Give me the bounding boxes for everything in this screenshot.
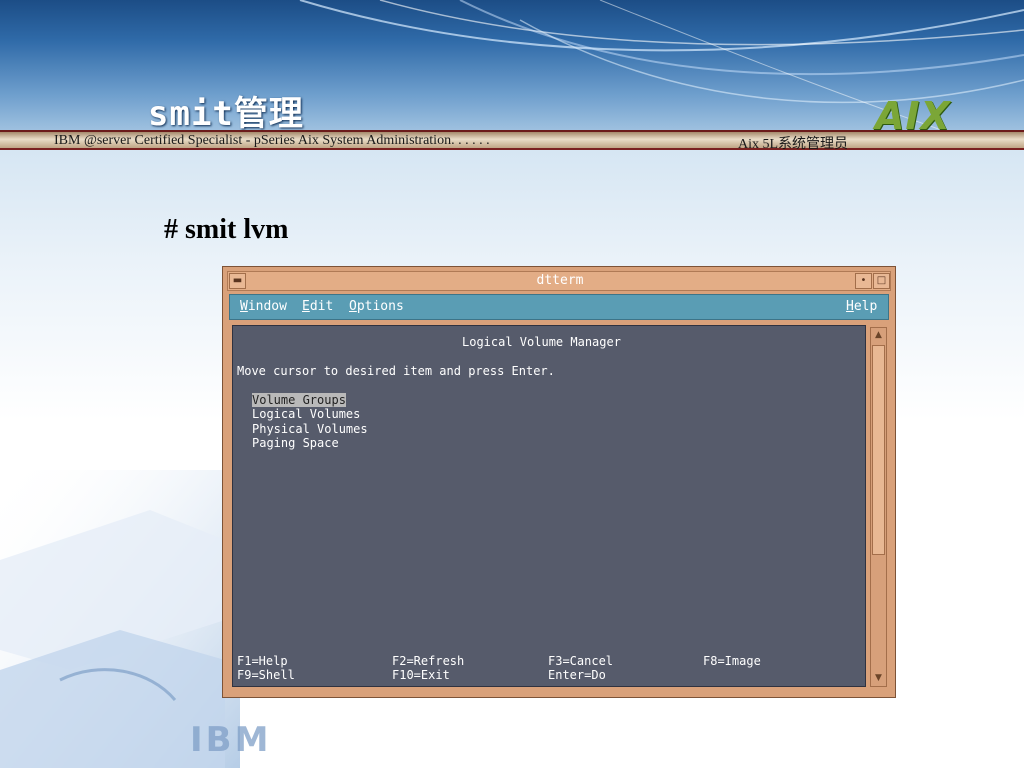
- menu-options[interactable]: Options: [349, 299, 404, 314]
- fkey-enter-do[interactable]: Enter=Do: [548, 668, 606, 682]
- maximize-icon[interactable]: □: [873, 273, 890, 289]
- smit-menu-item-paging-space[interactable]: Paging Space: [252, 436, 339, 450]
- header-course-text: IBM @server Certified Specialist - pSeri…: [54, 133, 490, 148]
- scrollbar-thumb[interactable]: [872, 345, 885, 555]
- smit-menu-item-volume-groups[interactable]: Volume Groups: [252, 393, 346, 407]
- window-title: dtterm: [536, 273, 584, 288]
- fkey-f9-shell[interactable]: F9=Shell: [237, 668, 295, 682]
- menu-help[interactable]: Help: [846, 299, 877, 314]
- smit-instruction: Move cursor to desired item and press En…: [237, 364, 555, 378]
- scroll-down-arrow-icon[interactable]: ▼: [872, 672, 885, 685]
- header-bar: IBM @server Certified Specialist - pSeri…: [0, 130, 1024, 152]
- terminal-screen[interactable]: Logical Volume Manager Move cursor to de…: [232, 325, 866, 687]
- smit-menu-item-physical-volumes[interactable]: Physical Volumes: [252, 422, 368, 436]
- fkey-f1-help[interactable]: F1=Help: [237, 654, 288, 668]
- smit-menu-item-logical-volumes[interactable]: Logical Volumes: [252, 407, 360, 421]
- header-role-text: Aix 5L系统管理员: [738, 137, 849, 152]
- fkey-f10-exit[interactable]: F10=Exit: [392, 668, 450, 682]
- terminal-scrollbar[interactable]: ▲ ▼: [870, 327, 887, 687]
- slide-title: smit管理: [148, 94, 304, 134]
- menu-edit[interactable]: Edit: [302, 299, 333, 314]
- fkey-f3-cancel[interactable]: F3=Cancel: [548, 654, 613, 668]
- menubar: Window Edit Options Help: [229, 294, 889, 320]
- minimize-icon[interactable]: •: [855, 273, 872, 289]
- command-text: # smit lvm: [164, 214, 289, 245]
- ibm-watermark: IBM: [190, 720, 272, 760]
- fkey-f8-image[interactable]: F8=Image: [703, 654, 761, 668]
- window-titlebar[interactable]: ▬ dtterm • □: [227, 271, 891, 291]
- smit-heading: Logical Volume Manager: [462, 335, 621, 349]
- fkey-f2-refresh[interactable]: F2=Refresh: [392, 654, 464, 668]
- dtterm-window: ▬ dtterm • □ Window Edit Options Help Lo…: [222, 266, 896, 698]
- menu-window[interactable]: Window: [240, 299, 287, 314]
- scroll-up-arrow-icon[interactable]: ▲: [872, 329, 885, 342]
